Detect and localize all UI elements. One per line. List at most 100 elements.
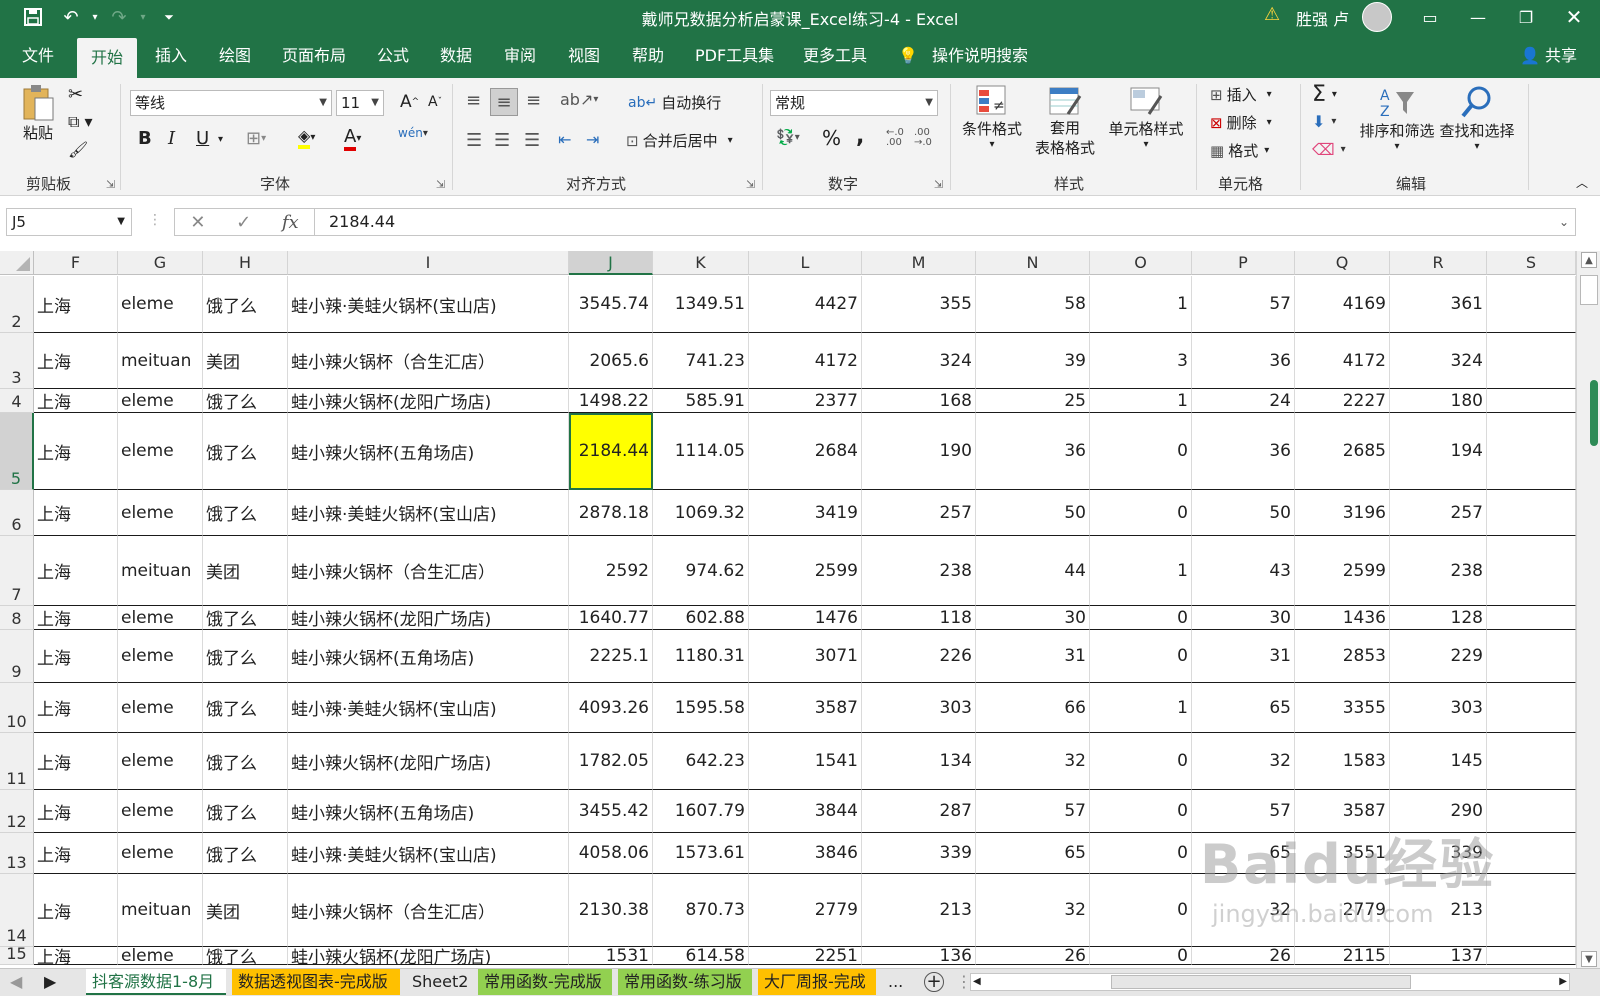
cell-r11[interactable]: 145 bbox=[1390, 733, 1487, 790]
cell-q10[interactable]: 3355 bbox=[1295, 683, 1390, 733]
row-header[interactable]: 9 bbox=[0, 630, 34, 683]
cell-m10[interactable]: 303 bbox=[862, 683, 976, 733]
cell-o14[interactable]: 0 bbox=[1090, 874, 1192, 947]
column-header-o[interactable]: O bbox=[1090, 251, 1192, 275]
cell-m2[interactable]: 355 bbox=[862, 276, 976, 333]
cell-n12[interactable]: 57 bbox=[976, 790, 1090, 833]
cell-i9[interactable]: 蛙小辣火锅杯(五角场店) bbox=[288, 630, 569, 683]
conditional-format-button[interactable]: ≠ 条件格式 ▾ bbox=[958, 84, 1026, 150]
cell-i8[interactable]: 蛙小辣火锅杯(龙阳广场店) bbox=[288, 606, 569, 630]
cell-o7[interactable]: 1 bbox=[1090, 536, 1192, 606]
cell-l12[interactable]: 3844 bbox=[749, 790, 862, 833]
cell-r7[interactable]: 238 bbox=[1390, 536, 1487, 606]
cell-i3[interactable]: 蛙小辣火锅杯（合生汇店） bbox=[288, 333, 569, 389]
cell-h15[interactable]: 饿了么 bbox=[203, 947, 288, 965]
cell-n11[interactable]: 32 bbox=[976, 733, 1090, 790]
cell-s11[interactable] bbox=[1487, 733, 1576, 790]
restore-icon[interactable]: ❐ bbox=[1504, 2, 1548, 32]
cell-g6[interactable]: eleme bbox=[118, 490, 203, 536]
cell-styles-button[interactable]: 单元格样式 ▾ bbox=[1100, 84, 1192, 150]
column-header-q[interactable]: Q bbox=[1295, 251, 1390, 275]
column-header-k[interactable]: K bbox=[653, 251, 749, 275]
align-left-icon[interactable]: ☰ bbox=[466, 130, 482, 151]
cell-k9[interactable]: 1180.31 bbox=[653, 630, 749, 683]
cell-i6[interactable]: 蛙小辣·美蛙火锅杯(宝山店) bbox=[288, 490, 569, 536]
cell-h11[interactable]: 饿了么 bbox=[203, 733, 288, 790]
tab-page-layout[interactable]: 页面布局 bbox=[282, 34, 346, 78]
next-sheet-icon[interactable]: ▶ bbox=[38, 969, 62, 995]
column-header-m[interactable]: M bbox=[862, 251, 976, 275]
sheet-tab[interactable]: 大厂周报-完成 bbox=[758, 969, 876, 995]
decrease-indent-icon[interactable]: ⇤ bbox=[558, 130, 571, 149]
row-header[interactable]: 3 bbox=[0, 333, 34, 389]
cell-h12[interactable]: 饿了么 bbox=[203, 790, 288, 833]
align-bottom-icon[interactable]: ≡ bbox=[526, 90, 541, 111]
row-header[interactable]: 8 bbox=[0, 606, 34, 630]
cell-r2[interactable]: 361 bbox=[1390, 276, 1487, 333]
row-header[interactable]: 2 bbox=[0, 276, 34, 333]
cell-f5[interactable]: 上海 bbox=[34, 413, 118, 490]
collapse-ribbon-icon[interactable]: ︿ bbox=[1576, 174, 1588, 191]
cell-f8[interactable]: 上海 bbox=[34, 606, 118, 630]
autosum-icon[interactable]: Σ ▾ bbox=[1312, 82, 1337, 107]
cell-g7[interactable]: meituan bbox=[118, 536, 203, 606]
cell-g14[interactable]: meituan bbox=[118, 874, 203, 947]
font-name-combo[interactable]: 等线 ▼ bbox=[130, 90, 332, 116]
cell-s9[interactable] bbox=[1487, 630, 1576, 683]
cell-j8[interactable]: 1640.77 bbox=[569, 606, 653, 630]
sheet-tab[interactable]: Sheet2 bbox=[406, 969, 472, 995]
user-name[interactable]: 胜强 卢 bbox=[1296, 6, 1349, 30]
paste-button[interactable]: 粘贴 bbox=[18, 84, 58, 143]
sheet-tab[interactable]: 抖客源数据1-8月 bbox=[86, 969, 226, 995]
delete-cells-button[interactable]: ⊠ 删除 ▾ bbox=[1210, 112, 1272, 133]
tab-pdf-tools[interactable]: PDF工具集 bbox=[695, 34, 774, 78]
cell-j14[interactable]: 2130.38 bbox=[569, 874, 653, 947]
cell-j10[interactable]: 4093.26 bbox=[569, 683, 653, 733]
row-header[interactable]: 6 bbox=[0, 490, 34, 536]
cell-q7[interactable]: 2599 bbox=[1295, 536, 1390, 606]
tab-view[interactable]: 视图 bbox=[568, 34, 600, 78]
cell-s14[interactable] bbox=[1487, 874, 1576, 947]
cell-h9[interactable]: 饿了么 bbox=[203, 630, 288, 683]
cell-m11[interactable]: 134 bbox=[862, 733, 976, 790]
cell-k10[interactable]: 1595.58 bbox=[653, 683, 749, 733]
cell-m7[interactable]: 238 bbox=[862, 536, 976, 606]
sheet-tab[interactable]: 常用函数-完成版 bbox=[478, 969, 612, 995]
cell-p3[interactable]: 36 bbox=[1192, 333, 1295, 389]
tab-review[interactable]: 审阅 bbox=[504, 34, 536, 78]
tab-draw[interactable]: 绘图 bbox=[219, 34, 251, 78]
formula-input[interactable]: 2184.44 ⌄ bbox=[314, 208, 1576, 236]
cell-m8[interactable]: 118 bbox=[862, 606, 976, 630]
cell-p5[interactable]: 36 bbox=[1192, 413, 1295, 490]
cell-p9[interactable]: 31 bbox=[1192, 630, 1295, 683]
tab-help[interactable]: 帮助 bbox=[632, 34, 664, 78]
cell-r5[interactable]: 194 bbox=[1390, 413, 1487, 490]
number-format-combo[interactable]: 常规 ▼ bbox=[770, 90, 938, 116]
percent-button[interactable]: % bbox=[822, 126, 841, 150]
fill-down-icon[interactable]: ⬇ ▾ bbox=[1312, 112, 1336, 131]
ribbon-display-icon[interactable]: ▭ bbox=[1408, 2, 1452, 32]
cell-q15[interactable]: 2115 bbox=[1295, 947, 1390, 965]
cell-q4[interactable]: 2227 bbox=[1295, 389, 1390, 413]
close-icon[interactable]: ✕ bbox=[1552, 2, 1596, 32]
align-top-icon[interactable]: ≡ bbox=[466, 90, 481, 111]
cell-n7[interactable]: 44 bbox=[976, 536, 1090, 606]
cell-h7[interactable]: 美团 bbox=[203, 536, 288, 606]
cell-n9[interactable]: 31 bbox=[976, 630, 1090, 683]
cell-r3[interactable]: 324 bbox=[1390, 333, 1487, 389]
align-middle-icon[interactable]: ≡ bbox=[490, 88, 518, 116]
column-header-f[interactable]: F bbox=[34, 251, 118, 275]
cell-k15[interactable]: 614.58 bbox=[653, 947, 749, 965]
cell-j5[interactable]: 2184.44 bbox=[569, 413, 653, 490]
borders-icon[interactable]: ⊞ ▾ bbox=[246, 128, 266, 149]
cell-l2[interactable]: 4427 bbox=[749, 276, 862, 333]
column-header-s[interactable]: S bbox=[1487, 251, 1576, 275]
horizontal-scrollbar-thumb[interactable] bbox=[1111, 975, 1411, 989]
cell-m13[interactable]: 339 bbox=[862, 833, 976, 874]
cell-f15[interactable]: 上海 bbox=[34, 947, 118, 965]
cell-j13[interactable]: 4058.06 bbox=[569, 833, 653, 874]
cell-k5[interactable]: 1114.05 bbox=[653, 413, 749, 490]
cell-o2[interactable]: 1 bbox=[1090, 276, 1192, 333]
cell-q5[interactable]: 2685 bbox=[1295, 413, 1390, 490]
tab-insert[interactable]: 插入 bbox=[155, 34, 187, 78]
